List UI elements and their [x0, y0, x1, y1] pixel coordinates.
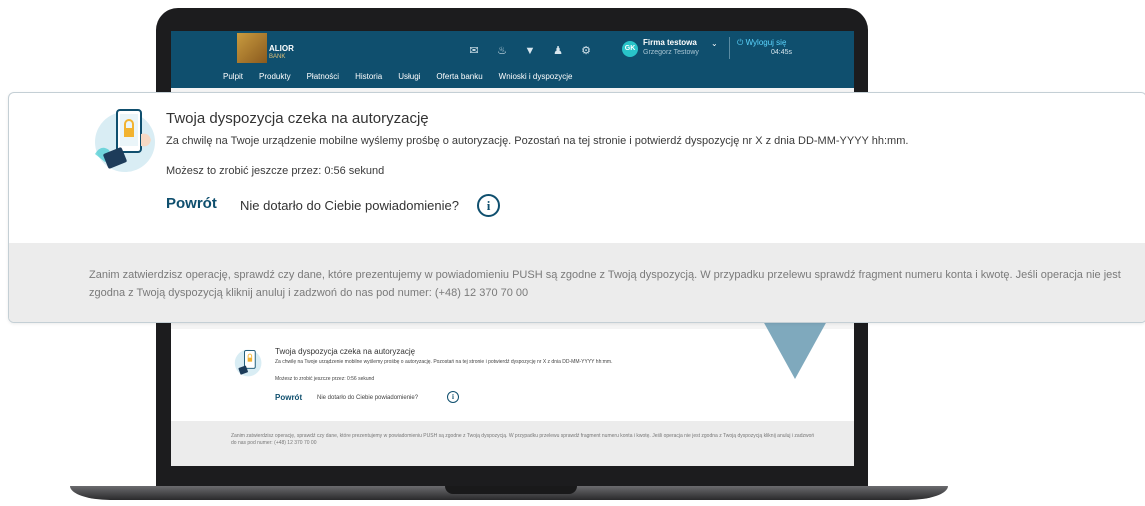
phone-lock-illustration	[95, 109, 155, 172]
nav-item-wnioski[interactable]: Wnioski i dyspozycje	[499, 72, 573, 81]
auth-timer: Możesz to zrobić jeszcze przez: 0:56 sek…	[166, 165, 385, 177]
nav-item-pulpit[interactable]: Pulpit	[223, 72, 243, 81]
nav-item-oferta[interactable]: Oferta banku	[436, 72, 482, 81]
header-divider	[729, 37, 730, 59]
nav-item-platnosci[interactable]: Płatności	[307, 72, 339, 81]
power-icon: ⏻	[737, 38, 744, 47]
chevron-down-icon[interactable]: ⌄	[711, 39, 718, 48]
small-auth-title: Twoja dyspozycja czeka na autoryzację	[275, 347, 416, 356]
laptop-notch	[445, 486, 577, 494]
main-nav: Pulpit Produkty Płatności Historia Usług…	[223, 72, 588, 81]
info-icon[interactable]: i	[447, 391, 459, 403]
auth-title: Twoja dyspozycja czeka na autoryzację	[166, 110, 429, 127]
notification-question[interactable]: Nie dotarło do Ciebie powiadomienie?	[240, 198, 459, 213]
firm-name[interactable]: Firma testowa	[643, 38, 697, 47]
session-timer: 04:45s	[771, 49, 793, 56]
logout-button[interactable]: ⏻ Wyloguj się	[737, 38, 786, 48]
zoom-auth-card: Twoja dyspozycja czeka na autoryzację Za…	[8, 92, 1145, 323]
logo-text: ALIOR	[269, 44, 294, 53]
logout-label: Wyloguj się	[745, 38, 787, 47]
auth-description: Za chwilę na Twoje urządzenie mobilne wy…	[166, 135, 909, 147]
phone-lock-illustration	[234, 349, 262, 377]
info-icon[interactable]: i	[477, 194, 500, 217]
zoom-pointer	[763, 321, 827, 379]
user-icon[interactable]: ♟	[551, 44, 565, 58]
nav-item-uslugi[interactable]: Usługi	[398, 72, 420, 81]
logo-subtext: BANK	[269, 54, 286, 60]
back-link[interactable]: Powrót	[166, 195, 217, 212]
avatar[interactable]: GK	[622, 41, 638, 57]
nav-item-historia[interactable]: Historia	[355, 72, 382, 81]
alior-logo[interactable]: ALIOR BANK	[237, 33, 295, 63]
small-notification-question[interactable]: Nie dotarło do Ciebie powiadomienie?	[317, 395, 418, 401]
bank-header: ALIOR BANK ✉ ♨ ▼ ♟ ⚙ GK Firma testowa Gr…	[171, 31, 854, 88]
logo-emblem	[237, 33, 267, 63]
small-auth-description: Za chwilę na Twoje urządzenie mobilne wy…	[275, 359, 613, 365]
small-footer-text: Zanim zatwierdzisz operację, sprawdź czy…	[231, 433, 815, 446]
bell-icon[interactable]: ♨	[495, 44, 509, 58]
small-auth-card	[171, 329, 854, 421]
small-back-link[interactable]: Powrót	[275, 393, 302, 402]
header-icons: ✉ ♨ ▼ ♟ ⚙	[467, 44, 593, 58]
settings-icon[interactable]: ⚙	[579, 44, 593, 58]
mail-icon[interactable]: ✉	[467, 44, 481, 58]
small-auth-timer: Możesz to zrobić jeszcze przez: 0:56 sek…	[275, 376, 375, 382]
auth-footer-text: Zanim zatwierdzisz operację, sprawdź czy…	[89, 269, 1121, 299]
user-name: Grzegorz Testowy	[643, 49, 699, 56]
nav-item-produkty[interactable]: Produkty	[259, 72, 291, 81]
download-icon[interactable]: ▼	[523, 44, 537, 58]
